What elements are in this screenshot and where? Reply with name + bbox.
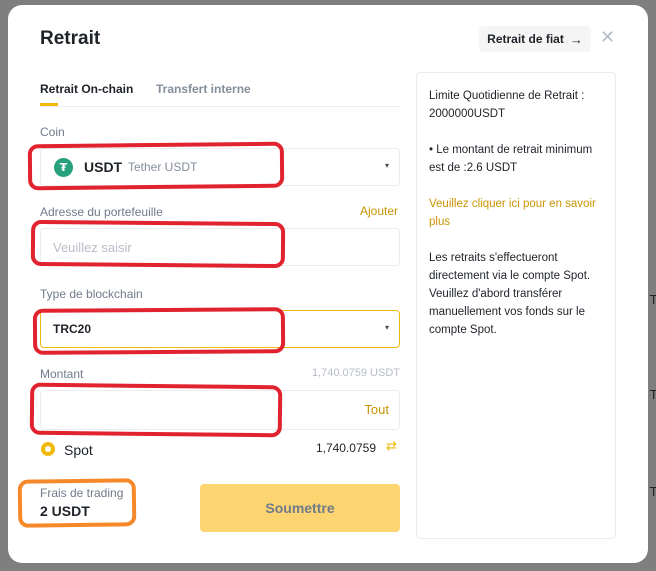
coin-label: Coin [40,125,65,139]
arrow-right-icon: → [569,31,583,47]
amount-label: Montant [40,367,84,381]
fiat-withdraw-label: Retrait de fiat [487,32,564,46]
daily-limit-text: Limite Quotidienne de Retrait : 2000000U… [429,90,585,120]
available-balance: 1,740.0759 USDT [311,367,400,379]
fiat-withdraw-button[interactable]: Retrait de fiat → [479,26,591,52]
chevron-down-icon: ▾ [384,161,389,170]
tab-onchain-withdraw[interactable]: Retrait On-chain [40,82,133,96]
chain-label: Type de blockchain [40,287,143,301]
add-address-link[interactable]: Ajouter [360,204,398,218]
annotation-outline [32,307,286,355]
spot-wallet-radio[interactable] [41,442,55,456]
max-amount-button[interactable]: Tout [364,402,389,417]
active-tab-indicator [40,103,58,106]
modal-title: Retrait [40,28,101,49]
submit-button[interactable]: Soumettre [200,484,400,532]
spot-wallet-label: Spot [64,442,93,458]
tab-divider [40,106,400,107]
tab-internal-transfer[interactable]: Transfert interne [156,82,251,96]
background-text-fragment: T [650,293,656,307]
annotation-outline [29,382,283,438]
background-text-fragment: T [650,485,656,499]
withdraw-info-panel: Limite Quotidienne de Retrait : 2000000U… [416,72,616,539]
background-text-fragment: T [650,388,656,402]
close-icon[interactable]: ✕ [600,27,615,48]
spot-account-note: Les retraits s'effectueront directement … [429,252,591,336]
spot-balance: 1,740.0759 [315,441,376,455]
transfer-swap-icon[interactable]: ⇄ [386,439,397,454]
annotation-outline [30,219,286,269]
annotation-outline [17,478,137,528]
learn-more-link[interactable]: Veuillez cliquer ici pour en savoir plus [429,195,603,231]
chevron-down-icon: ▾ [384,323,389,332]
address-label: Adresse du portefeuille [40,205,163,219]
minimum-amount-text: • Le montant de retrait minimum est de :… [429,144,593,174]
annotation-outline [27,141,285,191]
